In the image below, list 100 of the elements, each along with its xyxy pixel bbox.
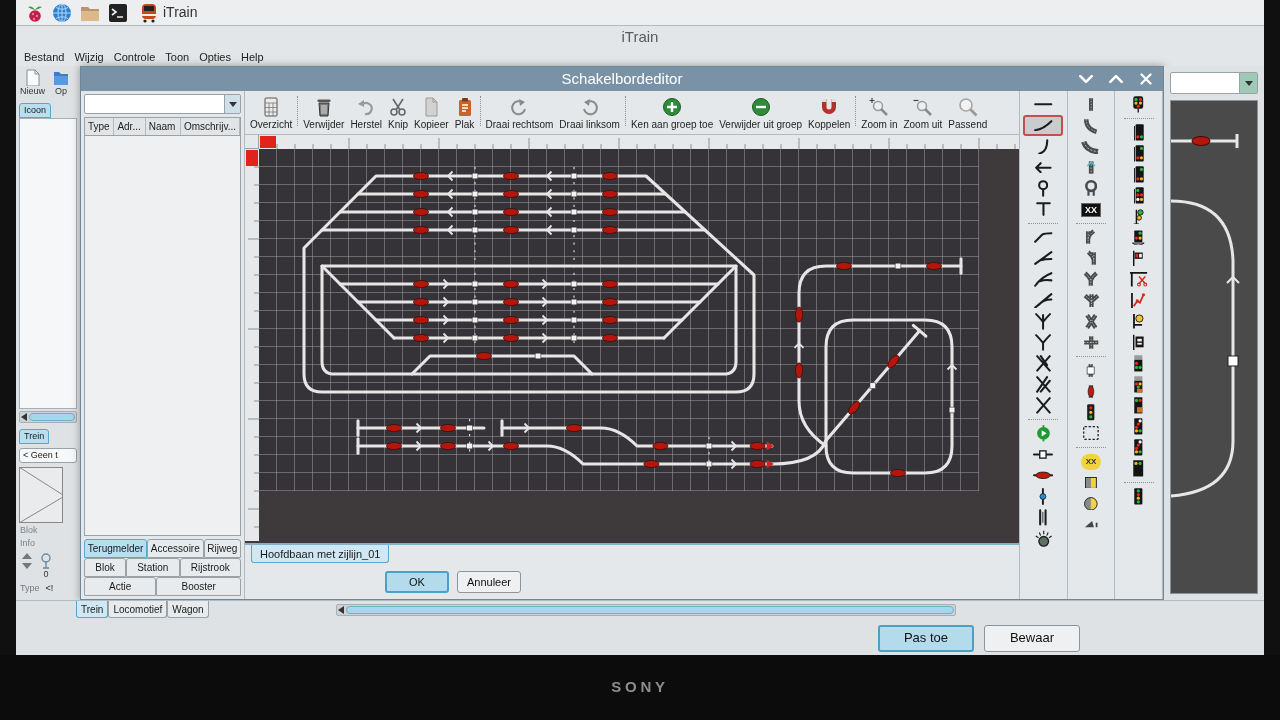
signal-icon bbox=[1133, 187, 1144, 204]
curve-icon bbox=[1038, 138, 1049, 155]
detector-track-icon bbox=[1085, 362, 1097, 379]
horizontal-scrollbar[interactable] bbox=[19, 411, 77, 423]
tab[interactable]: Blok bbox=[84, 558, 126, 577]
crossing-track-icon bbox=[1081, 334, 1101, 351]
sign-icon bbox=[1133, 334, 1145, 351]
copy-button[interactable]: Kopieer bbox=[411, 97, 452, 131]
window-title: iTrain bbox=[621, 26, 659, 47]
save-button[interactable]: Bewaar bbox=[984, 624, 1080, 652]
scroll-left-icon[interactable] bbox=[21, 413, 27, 421]
scroll-left-icon[interactable] bbox=[338, 606, 344, 614]
cursor-marker bbox=[246, 150, 258, 166]
column-header[interactable]: Type bbox=[85, 118, 115, 135]
info-label: Blok bbox=[19, 525, 39, 536]
signal-icon bbox=[1134, 397, 1143, 414]
view-dropdown[interactable] bbox=[1170, 72, 1258, 94]
tab[interactable]: Locomotief bbox=[108, 601, 168, 618]
signal-icon bbox=[1134, 376, 1143, 393]
signal-icon bbox=[1133, 96, 1144, 113]
tab[interactable]: Trein bbox=[76, 601, 109, 618]
horizontal-scrollbar[interactable] bbox=[336, 604, 956, 616]
arrow-left-icon bbox=[1034, 161, 1052, 174]
switch-icon bbox=[1034, 232, 1053, 243]
type-label: <! bbox=[45, 583, 54, 594]
tab[interactable]: Station bbox=[125, 558, 180, 577]
scrollbar-thumb[interactable] bbox=[29, 413, 75, 421]
train-select-button[interactable]: < Geen t bbox=[19, 448, 77, 463]
signal-icon bbox=[1133, 124, 1144, 141]
zoom-out-button[interactable]: Zoom uit bbox=[900, 97, 946, 131]
tab[interactable]: Accessoire bbox=[147, 539, 204, 558]
tab[interactable]: Terugmelder bbox=[84, 539, 148, 558]
tab[interactable]: Rijstrook bbox=[179, 558, 241, 577]
palette-tool[interactable]: XX bbox=[1071, 199, 1111, 220]
scrollbar-thumb[interactable] bbox=[346, 606, 954, 614]
chevron-up-icon bbox=[1109, 75, 1123, 83]
taskbar-window-button[interactable]: iTrain bbox=[136, 1, 202, 24]
filter-dropdown[interactable] bbox=[84, 94, 241, 114]
globe-icon[interactable] bbox=[52, 2, 72, 23]
close-button[interactable] bbox=[1137, 70, 1155, 88]
rotate-left-button[interactable]: Draai linksom bbox=[556, 97, 623, 131]
menu-item[interactable]: Wijzig bbox=[74, 50, 104, 64]
ball-post-icon bbox=[1133, 313, 1145, 330]
raspberry-icon[interactable] bbox=[26, 3, 44, 22]
menu-item[interactable]: Bestand bbox=[24, 50, 65, 64]
zigzag-icon bbox=[1131, 292, 1147, 309]
column-header[interactable]: Adr... bbox=[114, 118, 146, 135]
menu-item[interactable]: Toon bbox=[165, 50, 190, 64]
toolbar-button[interactable]: Op bbox=[53, 69, 69, 97]
flag-signal-icon bbox=[1133, 250, 1144, 267]
paste-button[interactable]: Plak bbox=[451, 97, 478, 131]
menu-item[interactable]: Opties bbox=[199, 50, 231, 64]
couple-button[interactable]: Koppelen bbox=[805, 97, 854, 131]
column-header[interactable]: Naam bbox=[145, 118, 181, 135]
switch-track-icon bbox=[1086, 250, 1096, 267]
remove-from-group-button[interactable]: Verwijder uit groep bbox=[716, 97, 806, 131]
wedge-icon bbox=[1084, 520, 1098, 529]
tab[interactable]: Actie bbox=[84, 577, 157, 596]
sheet-tab[interactable]: Hoofdbaan met zijlijn_01 bbox=[251, 545, 390, 563]
column-header[interactable]: Omschrijv... bbox=[180, 118, 240, 135]
tab[interactable]: Trein bbox=[19, 429, 50, 444]
pin-icon bbox=[1038, 180, 1049, 197]
tab[interactable]: Wagon bbox=[167, 601, 209, 618]
dot-marker-icon bbox=[1039, 488, 1048, 505]
apply-button[interactable]: Pas toe bbox=[878, 624, 974, 652]
buffer-stop-icon bbox=[1035, 202, 1051, 217]
rotate-right-button[interactable]: Draai rechtsom bbox=[482, 97, 557, 131]
tab[interactable]: Icoon bbox=[19, 103, 52, 118]
half-filled-square-icon bbox=[1085, 476, 1097, 489]
tab[interactable]: Booster bbox=[156, 577, 241, 596]
curved-track-icon bbox=[1081, 138, 1101, 155]
folder-icon bbox=[53, 69, 69, 86]
tab[interactable]: Rijweg bbox=[203, 539, 241, 558]
sort-arrows-icon[interactable] bbox=[22, 553, 32, 569]
straight-line-icon bbox=[1034, 103, 1053, 106]
scissors-sign-icon bbox=[1129, 271, 1149, 288]
caret-icon bbox=[228, 101, 237, 107]
zoom-in-icon bbox=[869, 97, 890, 117]
fit-button[interactable]: Passend bbox=[945, 97, 991, 131]
scissors-icon bbox=[388, 97, 409, 117]
menu-item[interactable]: Help bbox=[240, 50, 264, 64]
cancel-button[interactable]: Annuleer bbox=[457, 571, 521, 593]
ok-button[interactable]: OK bbox=[385, 571, 449, 593]
undo-button[interactable]: Herstel bbox=[347, 97, 386, 131]
add-to-group-button[interactable]: Ken aan groep toe bbox=[627, 97, 717, 131]
delete-button[interactable]: Verwijder bbox=[300, 97, 348, 131]
curved-track-icon bbox=[1083, 117, 1099, 134]
palette-tool[interactable] bbox=[1023, 115, 1064, 136]
play-icon bbox=[1036, 425, 1050, 442]
cut-button[interactable]: Knip bbox=[385, 97, 412, 131]
toolbar-button[interactable]: Nieuw bbox=[20, 69, 45, 97]
track-icon bbox=[1088, 96, 1094, 113]
zoom-in-button[interactable]: Zoom in bbox=[858, 97, 901, 131]
overview-button[interactable]: Overzicht bbox=[247, 97, 296, 131]
type-label: Type bbox=[20, 583, 40, 594]
menu-item[interactable]: Controle bbox=[113, 50, 156, 64]
signal-icon bbox=[1133, 145, 1144, 162]
terminal-icon[interactable] bbox=[108, 2, 128, 23]
counter-value: 0 bbox=[43, 569, 49, 580]
palette-tool[interactable]: XX bbox=[1071, 451, 1111, 472]
